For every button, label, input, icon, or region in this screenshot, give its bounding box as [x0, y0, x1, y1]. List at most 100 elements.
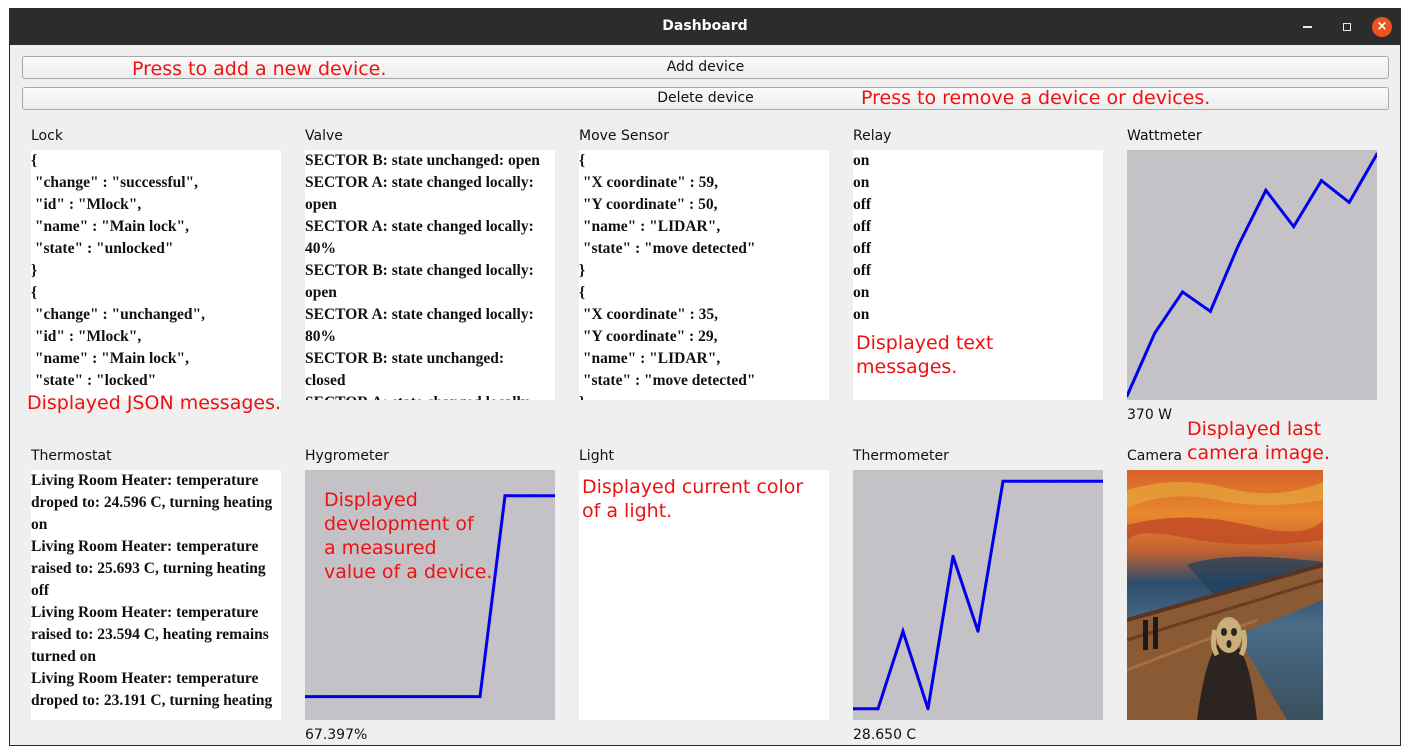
wattmeter-chart	[1127, 152, 1377, 398]
message-line: {	[579, 284, 586, 301]
relay-messages: on on off off off off on on	[853, 150, 1103, 326]
window-title: Dashboard	[662, 18, 748, 34]
wattmeter-data-point	[1319, 179, 1323, 183]
minimize-button[interactable]	[1297, 17, 1317, 37]
valve-label: Valve	[305, 128, 343, 144]
move-sensor-panel[interactable]: { "X coordinate" : 59, "Y coordinate" : …	[579, 150, 829, 400]
message-line: }	[31, 262, 38, 279]
message-line: open	[305, 196, 337, 213]
hygrometer-data-point	[428, 695, 432, 699]
valve-panel[interactable]: SECTOR B: state unchanged: open SECTOR A:…	[305, 150, 555, 400]
thermostat-panel[interactable]: Living Room Heater: temperature droped t…	[31, 470, 281, 720]
message-line: "X coordinate" : 59,	[579, 174, 719, 191]
thermostat-label: Thermostat	[31, 448, 112, 464]
message-line: "X coordinate" : 35,	[579, 306, 719, 323]
close-button[interactable]: ×	[1372, 17, 1392, 37]
message-line: SECTOR A: state changed locally:	[305, 306, 534, 323]
move-sensor-label: Move Sensor	[579, 128, 669, 144]
thermometer-data-point	[926, 707, 930, 711]
thermometer-data-point	[976, 629, 980, 633]
thermometer-series-line	[853, 479, 1103, 711]
minimize-icon	[1302, 26, 1312, 28]
wattmeter-data-point	[1264, 188, 1268, 192]
title-bar: Dashboard ×	[10, 8, 1400, 45]
thermometer-label: Thermometer	[853, 448, 949, 464]
message-line: SECTOR B: state unchanged: open	[305, 152, 540, 169]
message-line: on	[853, 284, 870, 301]
hygrometer-series-line	[305, 494, 555, 699]
message-line: Living Room Heater: temperature droped t…	[31, 670, 273, 709]
thermometer-data-point	[951, 554, 955, 558]
thermometer-data-point	[1001, 479, 1005, 483]
maximize-icon	[1343, 23, 1351, 31]
hygrometer-chart	[305, 494, 555, 699]
hygrometer-data-point	[353, 695, 357, 699]
wattmeter-data-point	[1347, 200, 1351, 204]
message-line: closed	[305, 372, 346, 389]
hygrometer-reading: 67.397%	[305, 727, 368, 743]
message-line: "state" : "locked"	[31, 372, 157, 389]
thermometer-data-point	[1051, 479, 1055, 483]
move-sensor-messages: { "X coordinate" : 59, "Y coordinate" : …	[579, 150, 829, 400]
message-line: on	[853, 174, 870, 191]
message-line: "name" : "Main lock",	[31, 350, 189, 367]
hygrometer-data-point	[478, 695, 482, 699]
wattmeter-data-point	[1208, 309, 1212, 313]
message-line: "name" : "Main lock",	[31, 218, 189, 235]
message-line: "change" : "unchanged",	[31, 306, 205, 323]
hygrometer-graph	[305, 470, 555, 720]
message-line: 80%	[305, 328, 336, 345]
close-icon: ×	[1376, 19, 1388, 34]
thermostat-messages: Living Room Heater: temperature droped t…	[31, 470, 281, 712]
message-line: open	[305, 284, 337, 301]
message-line: SECTOR A: state changed locally:	[305, 174, 534, 191]
delete-device-button[interactable]: Delete device	[22, 87, 1389, 110]
message-line: {	[31, 284, 38, 301]
thermometer-data-point	[876, 707, 880, 711]
hygrometer-data-point	[378, 695, 382, 699]
relay-panel[interactable]: on on off off off off on on	[853, 150, 1103, 400]
relay-label: Relay	[853, 128, 892, 144]
thermometer-data-point	[1076, 479, 1080, 483]
message-line: 40%	[305, 240, 336, 257]
light-label: Light	[579, 448, 614, 464]
add-device-button[interactable]: Add device	[22, 56, 1389, 79]
message-line: "state" : "move detected"	[579, 240, 756, 257]
message-line: "Y coordinate" : 50,	[579, 196, 718, 213]
thermometer-graph	[853, 470, 1103, 720]
wattmeter-data-point	[1292, 225, 1296, 229]
message-line: Living Room Heater: temperature raised t…	[31, 538, 266, 599]
hygrometer-data-point	[528, 494, 532, 498]
maximize-button[interactable]	[1337, 17, 1357, 37]
light-color-swatch	[579, 470, 829, 720]
hygrometer-data-point	[453, 695, 457, 699]
lock-label: Lock	[31, 128, 63, 144]
thermometer-reading: 28.650 C	[853, 727, 917, 743]
message-line: off	[853, 240, 872, 257]
message-line: {	[31, 152, 38, 169]
message-line: }	[579, 262, 586, 279]
thermometer-chart	[853, 479, 1103, 711]
message-line: Living Room Heater: temperature droped t…	[31, 472, 273, 533]
camera-label: Camera	[1127, 448, 1182, 464]
wattmeter-reading: 370 W	[1127, 407, 1173, 423]
wattmeter-data-point	[1153, 331, 1157, 335]
valve-messages: SECTOR B: state unchanged: open SECTOR A:…	[305, 150, 555, 400]
camera-image	[1127, 470, 1323, 720]
hygrometer-data-point	[403, 695, 407, 699]
message-line: SECTOR A: state changed locally	[305, 392, 555, 400]
camera-picture	[1127, 470, 1323, 720]
message-line: {	[579, 152, 586, 169]
message-line: on	[853, 306, 870, 323]
message-line: SECTOR A: state changed locally:	[305, 218, 534, 235]
message-line: "state" : "move detected"	[579, 372, 756, 389]
message-line: "name" : "LIDAR",	[579, 218, 721, 235]
message-line: "state" : "unlocked"	[31, 240, 174, 257]
wattmeter-graph	[1127, 150, 1377, 400]
message-line: }	[579, 392, 829, 400]
wattmeter-label: Wattmeter	[1127, 128, 1202, 144]
lock-panel[interactable]: { "change" : "successful", "id" : "Mlock…	[31, 150, 281, 400]
wattmeter-series-line	[1127, 153, 1377, 397]
dashboard-window: Dashboard × Add device Delete device Loc…	[9, 8, 1401, 746]
message-line: Living Room Heater: temperature raised t…	[31, 604, 269, 665]
